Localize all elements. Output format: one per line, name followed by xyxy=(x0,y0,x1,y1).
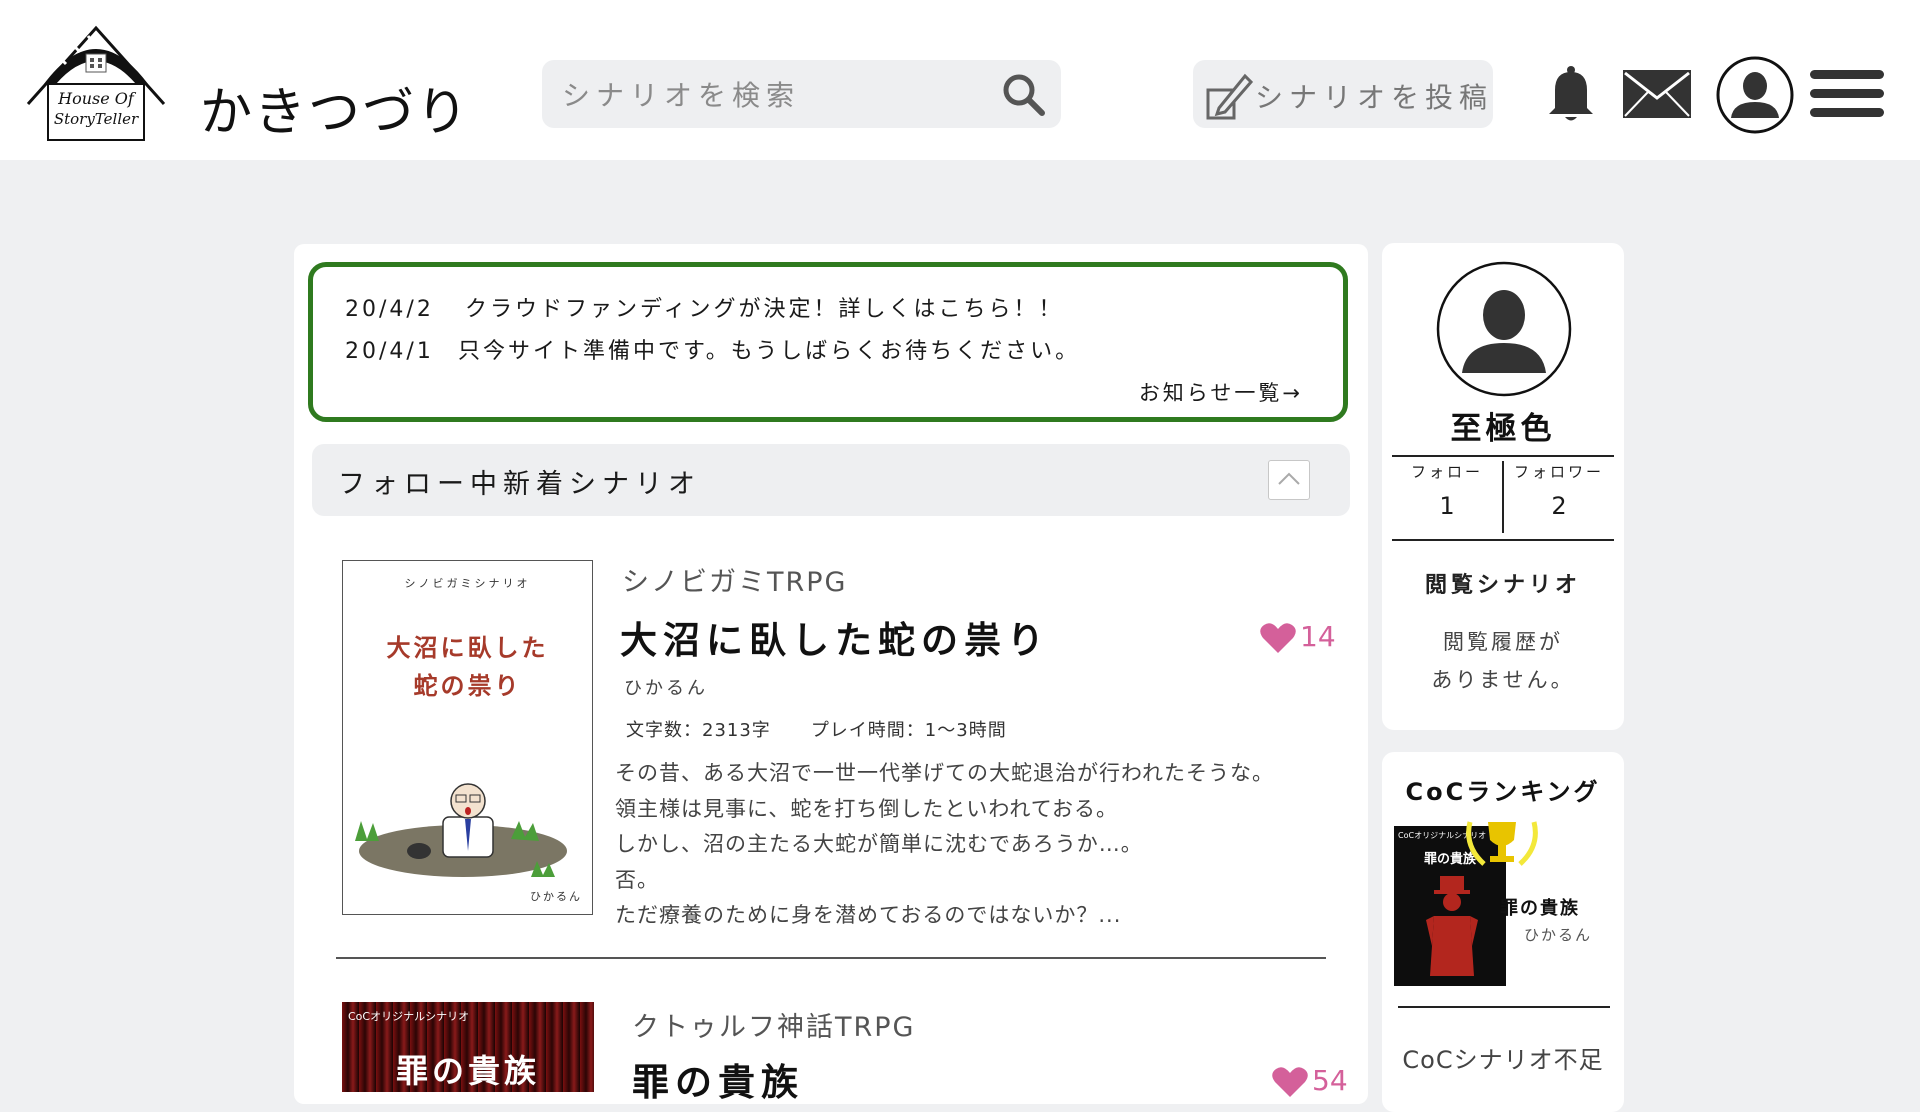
scenario-description: その昔、ある大沼で一世一代挙げての大蛇退治が行われたそうな。 領主様は見事に、蛇… xyxy=(615,756,1335,934)
scenario-title[interactable]: 罪の貴族 xyxy=(632,1052,804,1106)
scenario-cover[interactable]: シノビガミシナリオ 大沼に臥した 蛇の祟り ひかるん xyxy=(342,560,593,915)
like-count: 54 xyxy=(1312,1064,1348,1097)
cover-title: 大沼に臥した 蛇の祟り xyxy=(343,629,592,705)
follower-count: 2 xyxy=(1551,492,1567,520)
ranking-card: CoCランキング CoCオリジナルシナリオ 罪の貴族 罪の貴族 ひかるん CoC… xyxy=(1382,752,1624,1112)
cover-series: シノビガミシナリオ xyxy=(404,577,531,590)
user-icon xyxy=(1716,56,1794,134)
scenario-author[interactable]: ひかるん xyxy=(624,674,708,700)
follower-stat[interactable]: フォロワー 2 xyxy=(1504,457,1614,539)
follower-label: フォロワー xyxy=(1513,463,1604,481)
chevron-up-icon xyxy=(1278,472,1300,485)
scenario-title[interactable]: 大沼に臥した蛇の祟り xyxy=(620,610,1050,664)
notification-button[interactable] xyxy=(1545,64,1597,124)
cover-title-line: 蛇の祟り xyxy=(413,672,522,700)
brand-name[interactable]: かきつづり xyxy=(200,70,470,145)
description-line: ただ療養のために身を潜めておるのではないか？... xyxy=(615,903,1122,927)
collapse-button[interactable] xyxy=(1268,460,1310,500)
scenario-category[interactable]: クトゥルフ神話TRPG xyxy=(632,1005,915,1044)
like-button[interactable]: 14 xyxy=(1260,620,1380,656)
mail-icon xyxy=(1623,70,1691,118)
trophy-icon xyxy=(1466,821,1538,866)
like-button[interactable]: 54 xyxy=(1272,1064,1392,1100)
play-time: プレイ時間：1～3時間 xyxy=(810,720,1007,741)
hamburger-icon xyxy=(1810,70,1884,117)
search-button[interactable] xyxy=(999,70,1047,118)
description-line: 領主様は見事に、蛇を打ち倒したといわれておる。 xyxy=(615,796,1119,821)
logo-house-icon: House Of StoryTeller xyxy=(26,25,166,141)
user-icon[interactable] xyxy=(1436,261,1572,397)
heart-icon xyxy=(1272,1067,1308,1097)
cover-title: 罪の貴族 xyxy=(395,1052,540,1090)
follow-count: 1 xyxy=(1439,492,1455,520)
logo-line1: House Of xyxy=(57,89,137,108)
ranking-title: CoCランキング xyxy=(1405,778,1601,806)
scenario-meta: 文字数：2313字 プレイ時間：1～3時間 xyxy=(626,716,1047,742)
recent-empty-line: 閲覧履歴が xyxy=(1443,630,1563,654)
notice-item[interactable]: 20/4/1 只今サイト準備中です。もうしばらくお待ちください。 xyxy=(345,333,1080,365)
search-box xyxy=(542,60,1061,130)
cover-illustration xyxy=(355,783,567,877)
scenario-cover[interactable]: CoCオリジナルシナリオ 罪の貴族 xyxy=(342,1002,594,1092)
notice-date: 20/4/2 xyxy=(345,297,434,322)
notice-text: 只今サイト準備中です。もうしばらくお待ちください。 xyxy=(458,339,1081,364)
notice-box: 20/4/2 クラウドファンディングが決定！詳しくはこちら！！ 20/4/1 只今サ… xyxy=(308,262,1348,422)
following-section-header: フォロー中新着シナリオ xyxy=(312,444,1350,516)
recent-scenarios-title: 閲覧シナリオ xyxy=(1424,573,1581,598)
heart-icon xyxy=(1260,623,1296,653)
ranking-item-author[interactable]: ひかるん xyxy=(1524,924,1592,945)
user-menu-button[interactable] xyxy=(1716,56,1794,134)
cover-author: ひかるん xyxy=(530,890,582,903)
top-header: House Of StoryTeller かきつづり シナリオを投稿 xyxy=(0,0,1920,160)
ranking-item-title[interactable]: 罪の貴族 xyxy=(1500,894,1580,920)
post-scenario-label: シナリオを投稿 xyxy=(1255,81,1494,114)
profile-name[interactable]: 至極色 xyxy=(1382,403,1624,448)
section-title: フォロー中新着シナリオ xyxy=(338,469,701,500)
post-scenario-button[interactable]: シナリオを投稿 xyxy=(1193,60,1493,128)
cover-figure xyxy=(1426,876,1478,976)
recent-empty-message: 閲覧履歴が ありません。 xyxy=(1382,623,1624,699)
site-logo[interactable]: House Of StoryTeller xyxy=(26,20,196,142)
description-line: しかし、沼の主たる大蛇が簡単に沈むであろうか…。 xyxy=(615,832,1143,856)
scenario-category[interactable]: シノビガミTRPG xyxy=(622,560,847,599)
logo-line2: StoryTeller xyxy=(54,110,139,128)
char-count: 文字数：2313字 xyxy=(626,720,771,741)
description-line: 否。 xyxy=(615,867,659,892)
item-divider xyxy=(336,957,1326,959)
profile-card: 至極色 フォロー 1 フォロワー 2 閲覧シナリオ 閲覧履歴が ありません。 xyxy=(1382,243,1624,730)
follow-stat[interactable]: フォロー 1 xyxy=(1392,457,1502,539)
follow-label: フォロー xyxy=(1410,463,1483,481)
message-button[interactable] xyxy=(1622,68,1692,120)
notice-date: 20/4/1 xyxy=(345,339,434,364)
notice-item[interactable]: 20/4/2 クラウドファンディングが決定！詳しくはこちら！！ xyxy=(345,291,1063,323)
search-input[interactable] xyxy=(560,60,984,130)
hamburger-menu-button[interactable] xyxy=(1810,68,1884,120)
description-line: その昔、ある大沼で一世一代挙げての大蛇退治が行われたそうな。 xyxy=(615,761,1274,785)
cover-title-line: 大沼に臥した xyxy=(386,634,549,662)
ranking-divider xyxy=(1398,1006,1610,1008)
notice-text: クラウドファンディングが決定！詳しくはこちら！！ xyxy=(465,297,1064,322)
recent-empty-line: ありません。 xyxy=(1431,668,1575,692)
notice-list-link[interactable]: お知らせ一覧→ xyxy=(1139,377,1303,407)
pencil-icon xyxy=(1206,73,1253,120)
search-icon xyxy=(1003,74,1045,116)
cover-label: CoCオリジナルシナリオ xyxy=(348,1010,470,1023)
ranking-item-title[interactable]: CoCシナリオ不足 xyxy=(1382,1040,1624,1075)
follow-stats: フォロー 1 フォロワー 2 xyxy=(1392,455,1614,541)
like-count: 14 xyxy=(1300,620,1336,653)
bell-icon xyxy=(1549,66,1593,121)
